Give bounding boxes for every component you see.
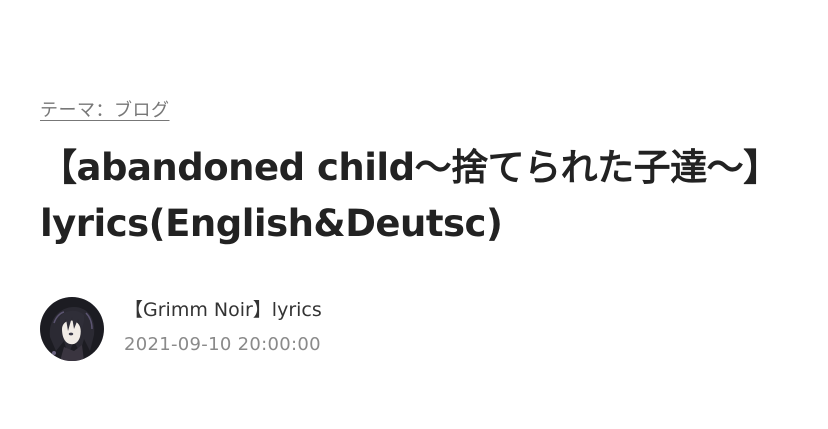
blog-article-header: テーマ：ブログ 【abandoned child〜捨てられた子達〜】lyrics… [0,0,828,429]
article-title: 【abandoned child〜捨てられた子達〜】lyrics(English… [40,146,780,245]
author-meta: 【Grimm Noir】lyrics 2021-09-10 20:00:00 [124,296,322,358]
author-avatar[interactable] [40,297,104,361]
avatar-dark-hair-character-icon [40,297,104,361]
theme-link[interactable]: テーマ：ブログ [40,96,170,122]
post-date: 2021-09-10 20:00:00 [124,334,321,355]
author-name-link[interactable]: 【Grimm Noir】lyrics [124,296,322,324]
author-row: 【Grimm Noir】lyrics 2021-09-10 20:00:00 [40,297,322,361]
